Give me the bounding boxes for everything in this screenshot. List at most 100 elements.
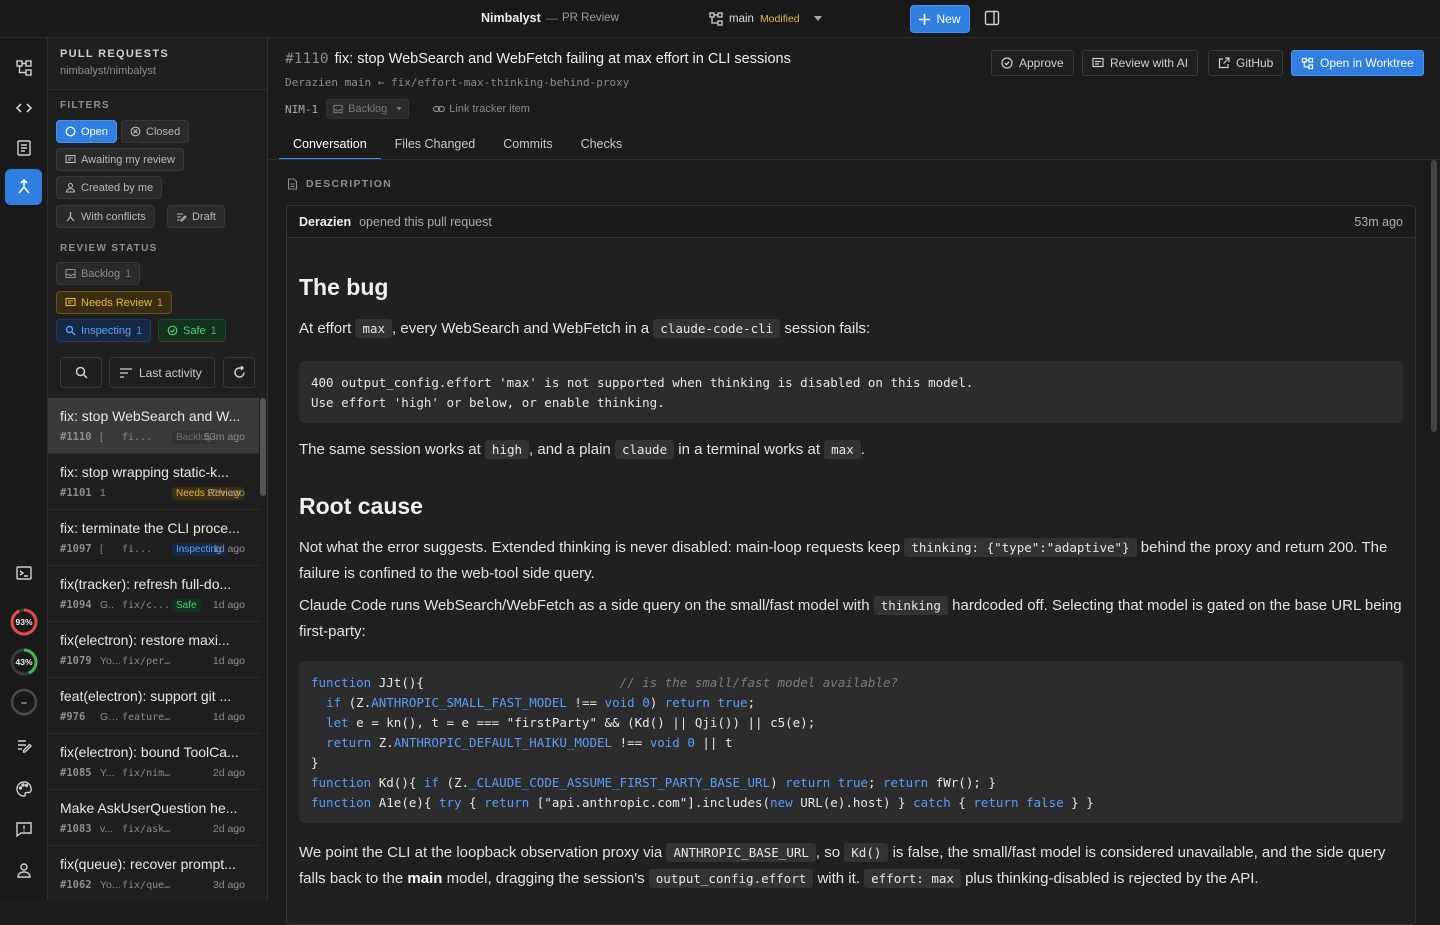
review-safe[interactable]: Safe 1 <box>158 319 226 342</box>
sort-dropdown[interactable]: Last activity <box>109 357 215 388</box>
backlog-status-dropdown[interactable]: Backlog <box>326 99 410 119</box>
refresh-button[interactable] <box>223 357 255 388</box>
pull-request-icon[interactable] <box>5 169 42 205</box>
pr-item-number: #1083 <box>60 823 92 835</box>
review-with-ai-button[interactable]: Review with AI <box>1082 50 1199 76</box>
pr-list-item[interactable]: fix(queue): recover prompt... #1062 Yo... f… <box>48 846 259 900</box>
filter-draft[interactable]: Draft <box>167 205 225 228</box>
opened-time: 53m ago <box>1354 215 1403 229</box>
approve-label: Approve <box>1019 56 1064 70</box>
review-needs-review[interactable]: Needs Review 1 <box>56 291 173 314</box>
search-button[interactable] <box>60 357 102 388</box>
filter-closed-label: Closed <box>146 125 181 138</box>
filter-created-by-me[interactable]: Created by me <box>56 176 163 199</box>
filter-with-conflicts[interactable]: With conflicts <box>56 205 155 228</box>
inbox-icon <box>65 268 76 279</box>
pr-item-author: 1 <box>100 487 106 499</box>
pr-title: fix: stop WebSearch and WebFetch failing… <box>334 51 791 67</box>
branch-name: main <box>729 13 754 25</box>
review-backlog[interactable]: Backlog 1 <box>56 262 141 285</box>
person-icon <box>65 182 76 193</box>
chevron-down-icon <box>813 16 822 22</box>
open-in-worktree-button[interactable]: Open in Worktree <box>1291 50 1424 76</box>
pr-item-author: Ge... <box>100 711 122 723</box>
panel-toggle-icon[interactable] <box>984 10 1002 28</box>
tab-commits[interactable]: Commits <box>489 130 566 160</box>
branch-modified-badge: Modified <box>759 13 800 25</box>
plus-icon <box>919 13 931 25</box>
needs-review-icon <box>65 297 76 308</box>
new-button-label: New <box>936 12 961 26</box>
pr-item-title: fix: terminate the CLI proce... <box>60 520 240 536</box>
description-header: DESCRIPTION <box>287 178 392 190</box>
pr-list-item[interactable]: fix: stop wrapping static-k... #1101 1 Need… <box>48 454 259 510</box>
review-inspecting[interactable]: Inspecting 1 <box>56 319 152 342</box>
new-button[interactable]: New <box>910 5 970 33</box>
pr-list-item[interactable]: feat(electron): support git ... #976 Ge...… <box>48 678 259 734</box>
link-tracker-button[interactable]: Link tracker item <box>433 103 530 115</box>
review-needs-count: 1 <box>156 296 164 309</box>
approve-button[interactable]: Approve <box>991 50 1074 76</box>
pr-list-item[interactable]: fix(tracker): refresh full-do... #1094 G..… <box>48 566 259 622</box>
usage-gauge-3[interactable]: -- <box>9 687 39 717</box>
pr-item-time: 2d ago <box>212 767 245 779</box>
pr-list-item[interactable]: fix(electron): restore maxi... #1079 Yo...… <box>48 622 259 678</box>
external-link-icon <box>1218 57 1230 69</box>
sidebar-header: PULL REQUESTS nimbalyst/nimbalyst <box>48 38 267 90</box>
terminal-icon[interactable] <box>5 555 42 591</box>
review-icon <box>1092 57 1104 69</box>
usage-gauge-2[interactable]: 43% <box>9 647 39 677</box>
pr-tags: NIM-1 Backlog Link tracker item <box>285 99 530 119</box>
paragraph-root-cause: Not what the error suggests. Extended th… <box>299 538 1388 582</box>
filter-closed[interactable]: Closed <box>121 120 190 143</box>
draft-icon <box>176 211 187 222</box>
github-label: GitHub <box>1236 56 1274 70</box>
usage-gauge-1[interactable]: 93% <box>9 607 39 637</box>
user-icon[interactable] <box>5 852 42 888</box>
tab-conversation[interactable]: Conversation <box>279 130 381 160</box>
pr-item-author: Y... <box>100 767 115 779</box>
sidebar-scrollbar[interactable] <box>259 398 267 900</box>
git-graph-icon[interactable] <box>5 50 42 86</box>
filter-open[interactable]: Open <box>56 120 117 143</box>
pr-item-branch: fix/ask-us... <box>122 823 172 835</box>
document-list-icon[interactable] <box>5 130 42 166</box>
branch-selector[interactable]: main Modified <box>709 10 822 28</box>
feedback-icon[interactable] <box>5 811 42 847</box>
check-circle-icon <box>167 325 178 336</box>
pr-item-branch: feature/mu... <box>122 711 172 723</box>
code-icon[interactable] <box>5 90 42 126</box>
main-scrollbar[interactable] <box>1429 160 1440 900</box>
pr-list: fix: stop WebSearch and W... #1110[fi... B… <box>48 398 259 900</box>
pr-item-time: 1d ago <box>212 599 245 611</box>
pr-item-author: Yo... <box>100 879 121 891</box>
pr-list-item[interactable]: fix: terminate the CLI proce... #1097 [fi.… <box>48 510 259 566</box>
pr-item-time: 3d ago <box>212 879 245 891</box>
pr-branches: Derazien main ← fix/effort-max-thinking-… <box>285 76 630 89</box>
backlog-status-label: Backlog <box>348 103 388 115</box>
pr-item-author: Yo... <box>100 655 121 667</box>
pr-item-time: 2d ago <box>212 823 245 835</box>
description-card: Derazien opened this pull request 53m ag… <box>286 205 1416 925</box>
pr-list-item[interactable]: fix: stop WebSearch and W... #1110[fi... B… <box>48 398 259 454</box>
filters-label: FILTERS <box>60 100 111 111</box>
pr-sidebar: PULL REQUESTS nimbalyst/nimbalyst FILTER… <box>48 38 268 900</box>
edit-list-icon[interactable] <box>5 728 42 764</box>
filter-awaiting-review[interactable]: Awaiting my review <box>56 148 184 171</box>
pr-item-time: 1d ago <box>212 543 245 555</box>
usage-gauge-1-value: 93% <box>15 617 33 627</box>
check-circle-icon <box>1001 57 1013 69</box>
github-button[interactable]: GitHub <box>1208 50 1284 76</box>
tab-files-changed[interactable]: Files Changed <box>381 130 490 160</box>
pr-number: #1110 <box>285 51 329 67</box>
filter-open-label: Open <box>81 125 108 138</box>
pr-item-number: #1094 <box>60 599 92 611</box>
pr-item-number: #1097 <box>60 543 92 555</box>
review-inspecting-count: 1 <box>136 324 143 337</box>
pr-list-item[interactable]: fix(electron): bound ToolCa... #1085 Y... f… <box>48 734 259 790</box>
pr-item-branch: fi... <box>122 431 153 443</box>
tab-checks[interactable]: Checks <box>567 130 637 160</box>
pr-list-item[interactable]: Make AskUserQuestion he... #1083 v... fix/a… <box>48 790 259 846</box>
title-separator: — <box>546 11 558 25</box>
palette-icon[interactable] <box>5 771 42 807</box>
